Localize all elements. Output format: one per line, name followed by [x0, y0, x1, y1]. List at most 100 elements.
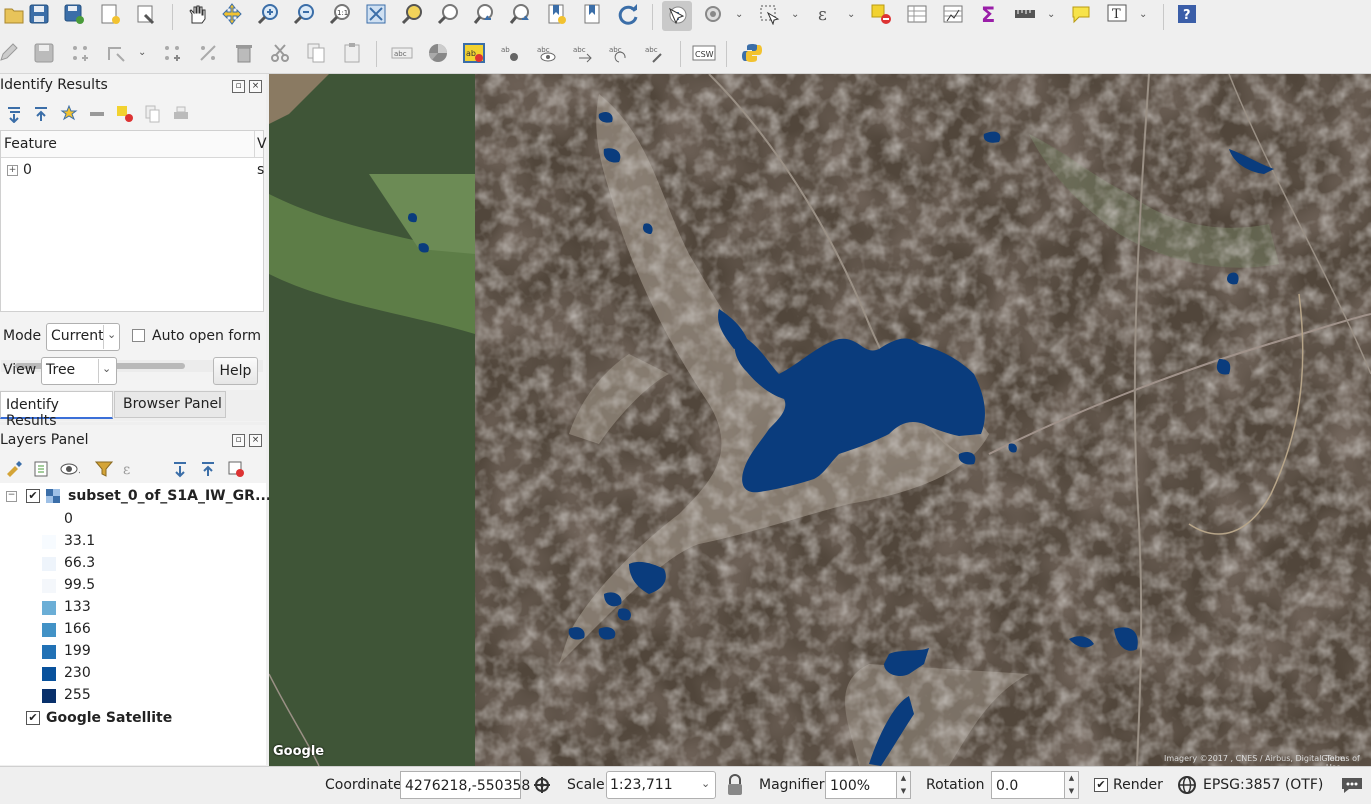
collapse-all-icon[interactable] [198, 459, 218, 479]
expand-new-results-icon[interactable] [59, 104, 79, 124]
copy-features-icon[interactable] [302, 39, 330, 67]
close-panel-icon[interactable]: × [249, 80, 262, 93]
tab-identify-results[interactable]: Identify Results [0, 391, 113, 429]
zoom-in-icon[interactable] [254, 0, 282, 28]
add-group-icon[interactable] [31, 459, 51, 479]
value-column-header[interactable]: V [257, 136, 267, 152]
identify-icon[interactable]: i [662, 1, 692, 31]
vertex-tool-icon[interactable] [102, 39, 130, 67]
deselect-results-icon[interactable] [115, 104, 135, 124]
select-dropdown-icon[interactable]: ⌄ [791, 10, 801, 20]
measure-dropdown-icon[interactable]: ⌄ [735, 10, 745, 20]
new-bookmark-icon[interactable] [542, 0, 570, 28]
zoom-last-icon[interactable] [470, 0, 498, 28]
measure-icon[interactable] [699, 0, 727, 28]
csw-icon[interactable]: CSW [690, 39, 718, 67]
measure-line-icon[interactable] [1011, 0, 1039, 28]
copy-results-icon[interactable] [143, 104, 163, 124]
field-calculator-icon[interactable] [939, 0, 967, 28]
float-panel-icon[interactable]: ▫ [232, 434, 245, 447]
filter-expression-icon[interactable]: ε⌄ [121, 459, 141, 479]
save-edits-icon[interactable] [30, 39, 58, 67]
mode-select[interactable]: Current ⌄ [46, 323, 120, 351]
layout-manager-icon[interactable] [132, 0, 160, 28]
label-tool-icon[interactable]: abc [388, 39, 416, 67]
close-panel-icon[interactable]: × [249, 434, 262, 447]
terms-link[interactable]: Terms of Use [1326, 754, 1371, 766]
map-canvas[interactable]: Google Imagery ©2017 , CNES / Airbus, Di… [269, 74, 1371, 766]
zoom-native-icon[interactable]: 1:1 [326, 0, 354, 28]
select-icon[interactable] [755, 0, 783, 28]
pan-to-selection-icon[interactable] [218, 0, 246, 28]
feature-column-header[interactable]: Feature [4, 136, 57, 152]
messages-icon[interactable] [1340, 775, 1364, 795]
vertex-dropdown-icon[interactable]: ⌄ [138, 48, 148, 58]
pin-labels-icon[interactable]: ab [496, 39, 524, 67]
crs-label[interactable]: EPSG:3857 (OTF) [1203, 777, 1323, 793]
filter-legend-icon[interactable] [94, 459, 114, 479]
remove-layer-icon[interactable] [226, 459, 246, 479]
paste-features-icon[interactable] [338, 39, 366, 67]
cut-features-icon[interactable] [266, 39, 294, 67]
help-button[interactable]: Help [213, 357, 258, 385]
toggle-extents-icon[interactable] [530, 773, 554, 797]
deselect-icon[interactable] [867, 0, 895, 28]
raster-layer-checkbox[interactable]: ✔ [26, 489, 40, 503]
delete-selected-icon[interactable] [230, 39, 258, 67]
clear-results-icon[interactable] [87, 104, 107, 124]
zoom-out-icon[interactable] [290, 0, 318, 28]
auto-open-form-checkbox[interactable] [132, 329, 145, 342]
digitize-pencil-icon[interactable] [0, 39, 22, 67]
print-results-icon[interactable] [171, 104, 191, 124]
float-panel-icon[interactable]: ▫ [232, 80, 245, 93]
expand-tree-icon[interactable] [4, 104, 24, 124]
lock-scale-icon[interactable] [725, 774, 745, 796]
zoom-full-icon[interactable] [362, 0, 390, 28]
new-print-layout-icon[interactable] [96, 0, 124, 28]
save-project-icon[interactable] [25, 0, 53, 28]
text-annotation-icon[interactable]: T [1103, 0, 1131, 28]
layer-styling-icon[interactable] [4, 459, 24, 479]
collapse-toggle-icon[interactable]: − [6, 491, 17, 502]
save-as-icon[interactable] [60, 0, 88, 28]
rotation-field[interactable]: 0.0 [991, 771, 1065, 799]
show-bookmarks-icon[interactable] [578, 0, 606, 28]
annotation-dropdown-icon[interactable]: ⌄ [1139, 10, 1149, 20]
magnifier-field[interactable]: 100% [825, 771, 897, 799]
raster-layer-name[interactable]: subset_0_of_S1A_IW_GR... [68, 488, 271, 504]
rotation-spinner[interactable]: ▲ ▼ [1065, 771, 1079, 799]
attribute-table-icon[interactable] [903, 0, 931, 28]
satellite-layer-checkbox[interactable]: ✔ [26, 711, 40, 725]
result-feature-id[interactable]: 0 [23, 162, 32, 178]
add-feature-icon[interactable] [66, 39, 94, 67]
refresh-icon[interactable] [614, 0, 642, 28]
view-select[interactable]: Tree ⌄ [41, 357, 117, 385]
rotate-label-icon[interactable]: abc [604, 39, 632, 67]
show-hide-labels-icon[interactable]: abc [532, 39, 560, 67]
diagram-tool-icon[interactable] [424, 39, 452, 67]
coordinate-field[interactable]: 4276218,-550358 [400, 771, 530, 799]
highlight-labels-icon[interactable]: ab [460, 39, 488, 67]
change-label-icon[interactable]: abc [640, 39, 668, 67]
zoom-to-selection-icon[interactable] [398, 0, 426, 28]
map-tips-icon[interactable] [1067, 0, 1095, 28]
crs-globe-icon[interactable] [1177, 775, 1197, 795]
manage-visibility-icon[interactable]: ⌄ [60, 459, 80, 479]
python-console-icon[interactable] [738, 39, 766, 67]
pan-icon[interactable] [182, 0, 210, 28]
node-tool-icon[interactable] [194, 39, 222, 67]
scale-select[interactable]: 1:23,711 ⌄ [606, 771, 716, 799]
render-checkbox[interactable]: ✔ [1094, 778, 1108, 792]
expand-toggle-icon[interactable]: + [7, 165, 18, 176]
expression-select-icon[interactable]: ε [811, 0, 839, 28]
move-label-icon[interactable]: abc [568, 39, 596, 67]
tab-browser-panel[interactable]: Browser Panel [114, 391, 226, 418]
expand-all-icon[interactable] [170, 459, 190, 479]
zoom-next-icon[interactable] [506, 0, 534, 28]
measure-line-dropdown-icon[interactable]: ⌄ [1047, 10, 1057, 20]
satellite-layer-name[interactable]: Google Satellite [46, 710, 172, 726]
help-icon[interactable]: ? [1173, 0, 1201, 28]
move-feature-icon[interactable] [158, 39, 186, 67]
magnifier-spinner[interactable]: ▲ ▼ [897, 771, 911, 799]
collapse-tree-icon[interactable] [31, 104, 51, 124]
